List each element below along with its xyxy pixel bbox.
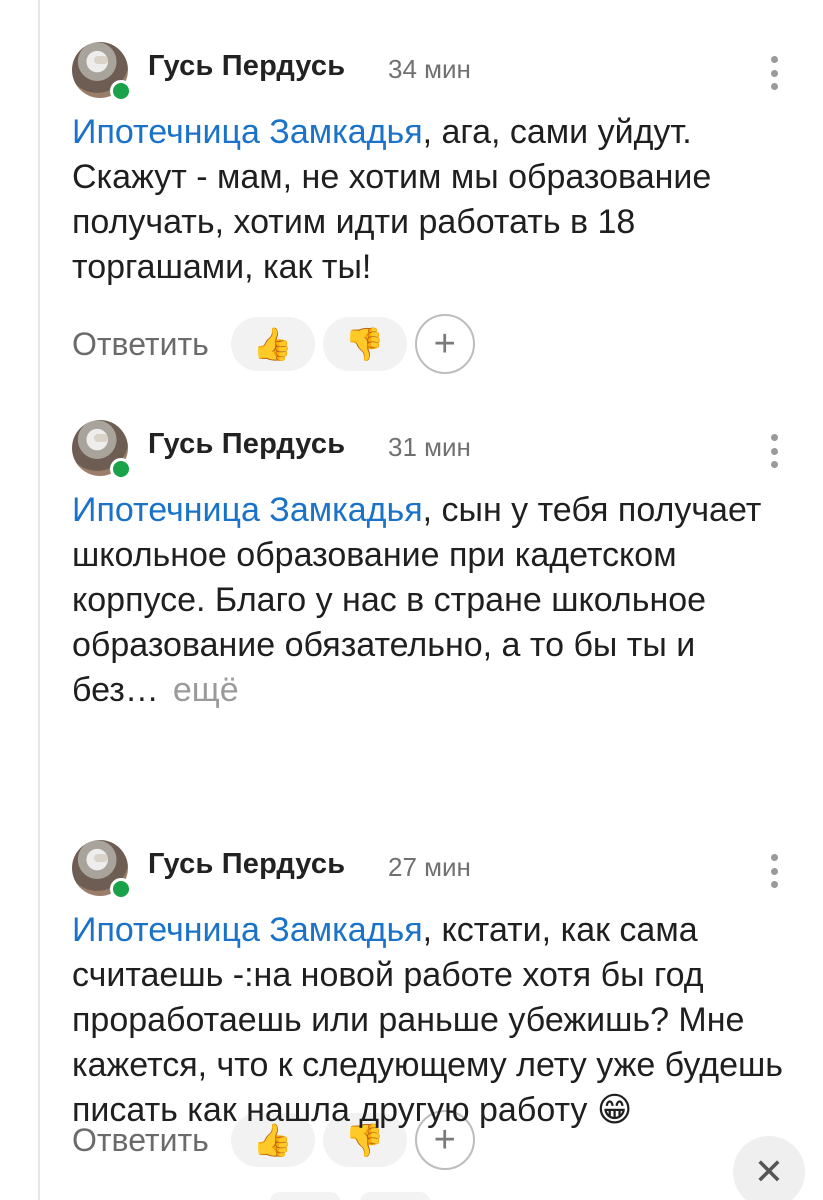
close-icon: ✕ [753, 1151, 785, 1192]
comment-text: Ипотечница Замкадья, кстати, как сама сч… [72, 908, 823, 1133]
show-more-link[interactable]: ещё [173, 671, 239, 709]
mention-link[interactable]: Ипотечница Замкадья [72, 113, 423, 151]
online-status-icon [110, 80, 132, 102]
comment-time: 31 мин [388, 432, 471, 462]
add-reaction-button[interactable]: + [414, 314, 475, 374]
avatar[interactable] [72, 42, 132, 102]
reaction-peek [360, 1192, 430, 1200]
author-name[interactable]: Гусь Пердусь [148, 50, 345, 83]
comment-time: 34 мин [388, 54, 471, 84]
more-options-icon[interactable] [769, 854, 779, 888]
comment-3: Гусь Пердусь 27 мин Ипотечница Замкадья,… [72, 840, 823, 1133]
thumbs-up-icon: 👍 [252, 326, 293, 362]
comment-header: Гусь Пердусь 31 мин [72, 420, 823, 480]
comment-text: Ипотечница Замкадья, сын у тебя получает… [72, 488, 823, 713]
author-name[interactable]: Гусь Пердусь [148, 428, 345, 461]
avatar[interactable] [72, 840, 132, 900]
close-button[interactable]: ✕ [733, 1136, 805, 1200]
avatar[interactable] [72, 420, 132, 480]
comment-time: 27 мин [388, 852, 471, 882]
grin-emoji-icon: 😁 [596, 1091, 633, 1129]
more-options-icon[interactable] [769, 56, 779, 90]
author-name[interactable]: Гусь Пердусь [148, 848, 345, 881]
comment-1: Гусь Пердусь 34 мин Ипотечница Замкадья,… [72, 42, 823, 374]
comment-2: Гусь Пердусь 31 мин Ипотечница Замкадья,… [72, 420, 823, 1170]
comment-actions: Ответить 👍 👎 + [72, 314, 475, 374]
reply-button[interactable]: Ответить [72, 326, 209, 363]
plus-icon: + [433, 322, 456, 365]
like-button[interactable]: 👍 [230, 317, 315, 371]
mention-link[interactable]: Ипотечница Замкадья [72, 491, 423, 529]
comment-header: Гусь Пердусь 34 мин [72, 42, 823, 102]
comment-text: Ипотечница Замкадья, ага, сами уйдут. Ск… [72, 110, 823, 290]
dislike-button[interactable]: 👎 [322, 317, 407, 371]
more-options-icon[interactable] [769, 434, 779, 468]
online-status-icon [110, 878, 132, 900]
reaction-peek [270, 1192, 340, 1200]
thread-line [38, 0, 40, 1200]
comment-header: Гусь Пердусь 27 мин [72, 840, 823, 900]
online-status-icon [110, 458, 132, 480]
thumbs-down-icon: 👎 [344, 326, 385, 362]
mention-link[interactable]: Ипотечница Замкадья [72, 911, 423, 949]
